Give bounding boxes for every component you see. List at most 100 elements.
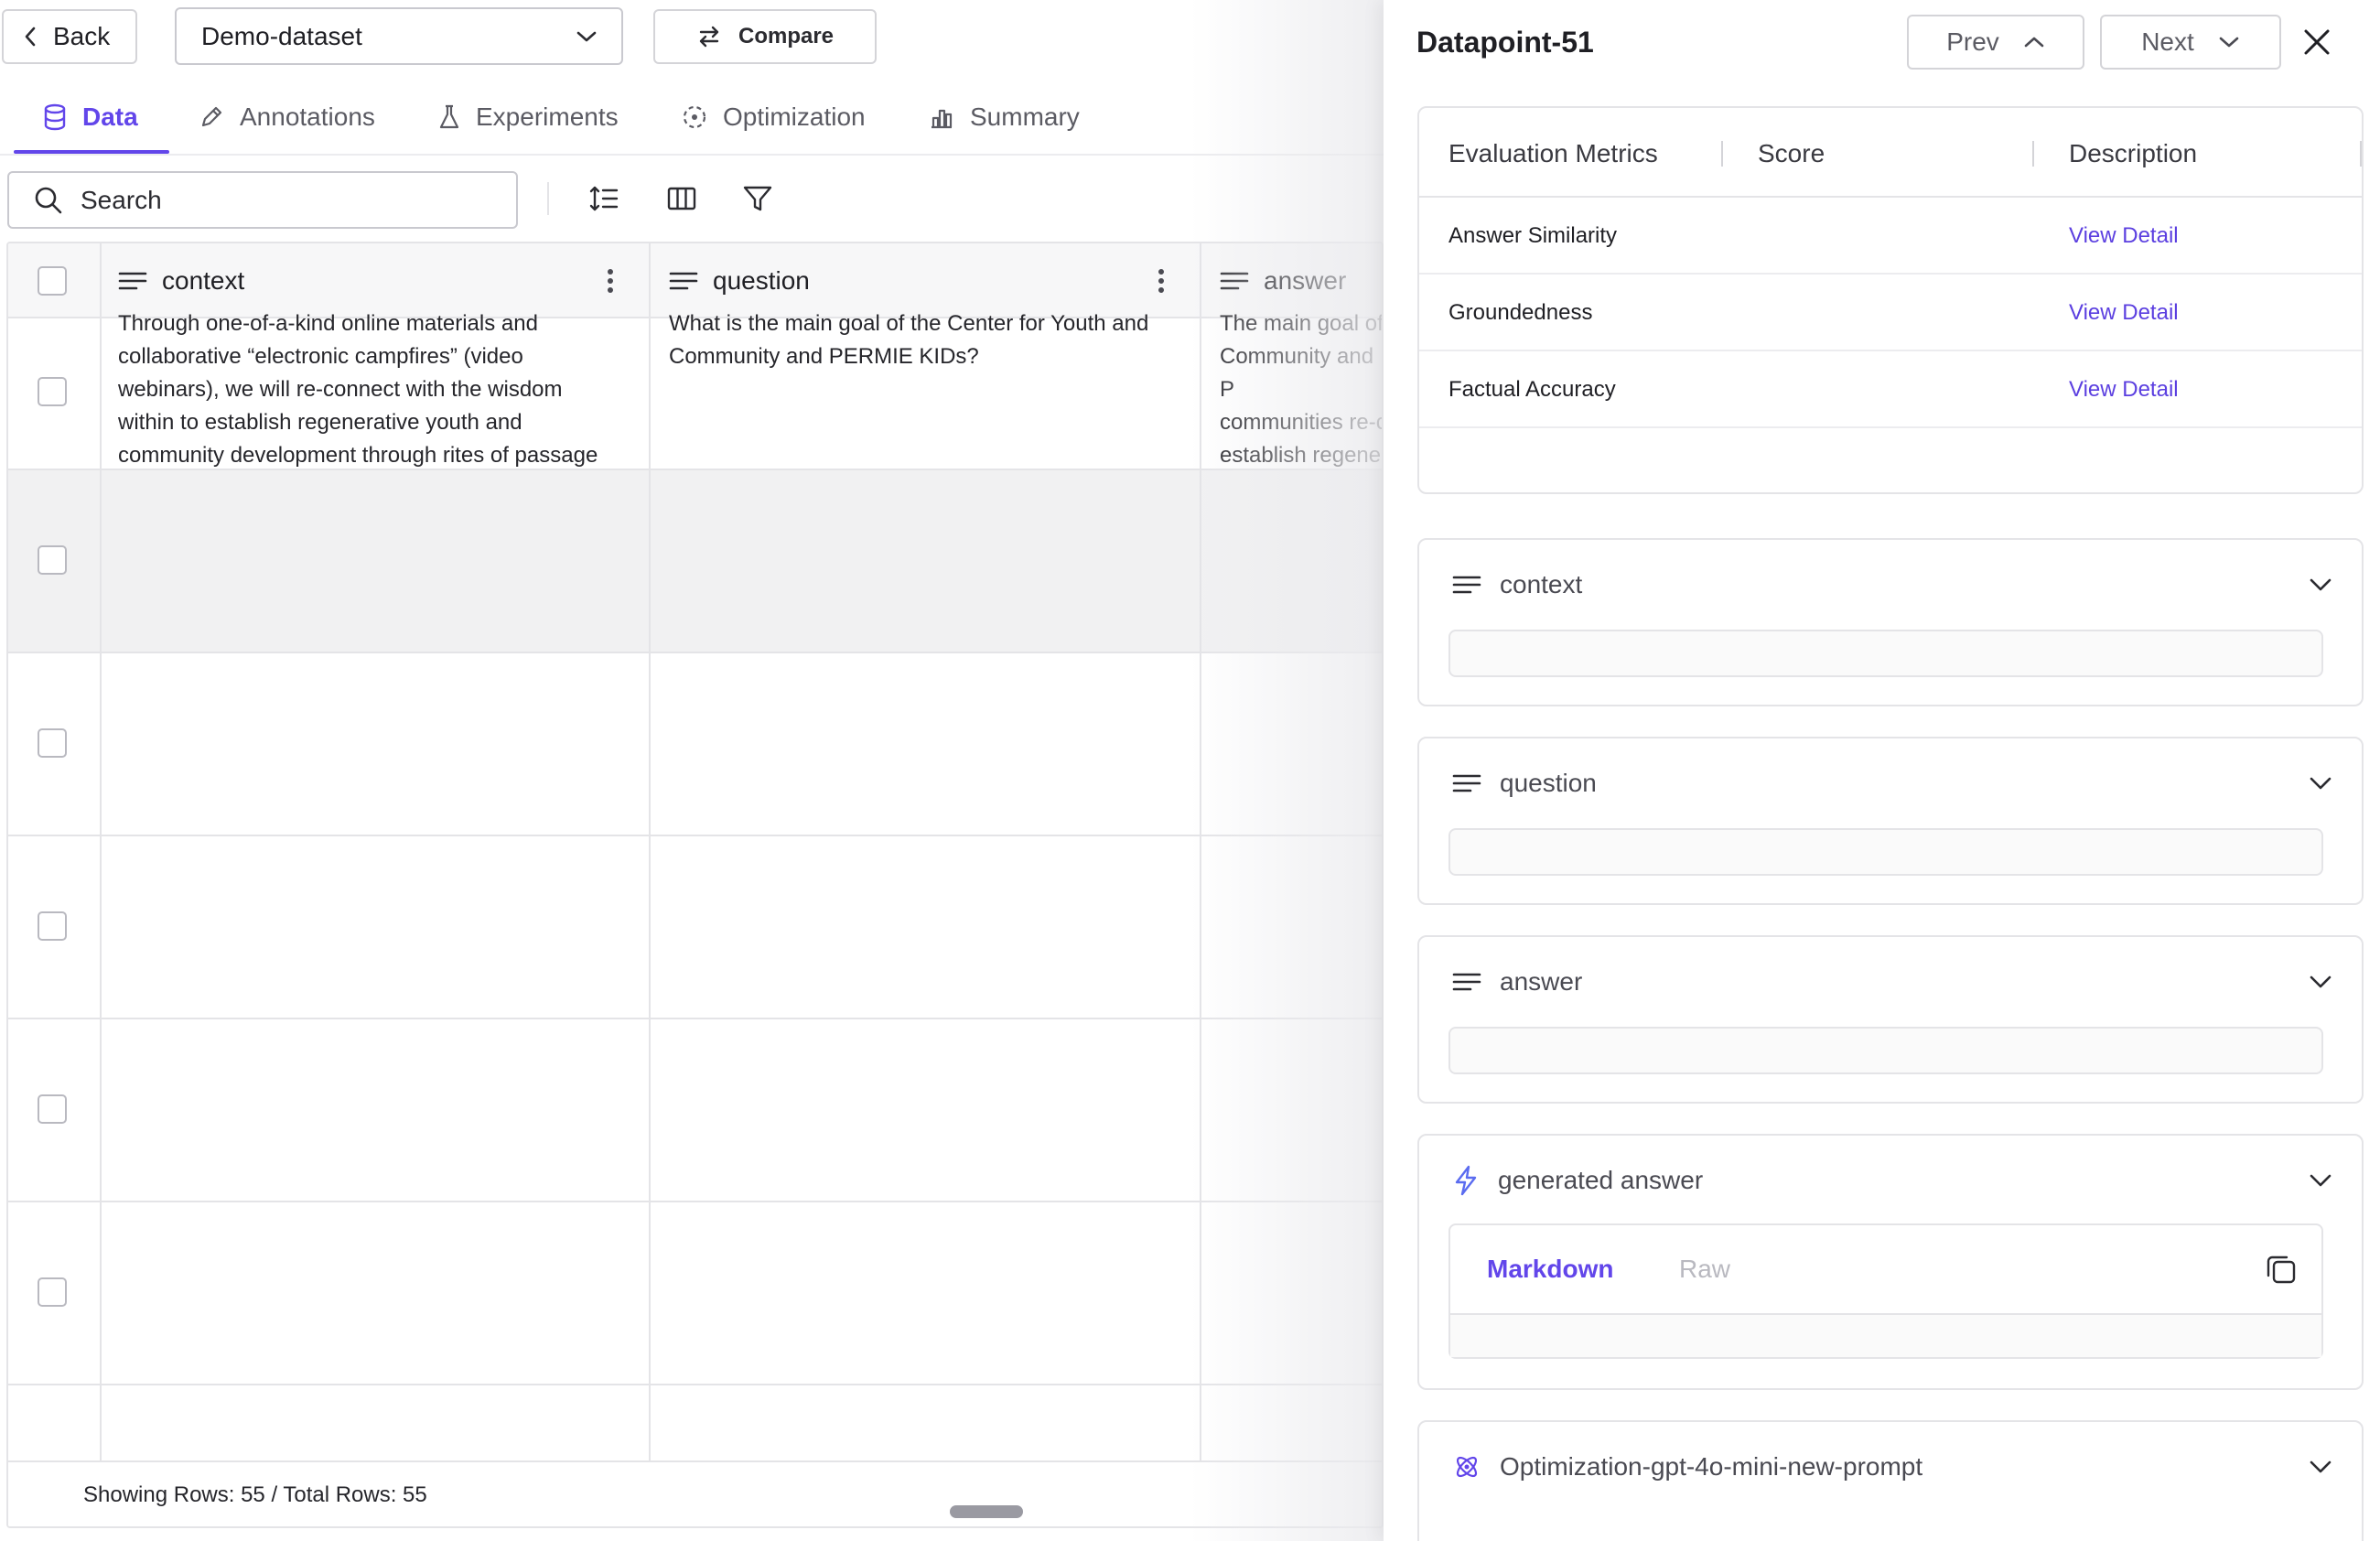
table-row[interactable] <box>8 653 1382 836</box>
field-header-optimization[interactable]: Optimization-gpt-4o-mini-new-prompt <box>1419 1422 2362 1512</box>
table-row[interactable]: Through one-of-a-kind online materials a… <box>8 311 1382 470</box>
field-label: generated answer <box>1498 1166 1704 1194</box>
column-divider <box>100 243 102 1460</box>
metric-name: Groundedness <box>1448 300 1593 325</box>
row-checkbox[interactable] <box>38 545 67 575</box>
tab-experiments[interactable]: Experiments <box>437 81 619 154</box>
row-checkbox[interactable] <box>38 911 67 941</box>
active-tab-indicator <box>14 150 169 154</box>
close-button[interactable] <box>2299 24 2335 60</box>
field-header-context[interactable]: context <box>1419 540 2362 630</box>
field-header-generated-answer[interactable]: generated answer <box>1419 1136 2362 1225</box>
collapse-toggle[interactable] <box>2305 1451 2336 1482</box>
row-checkbox[interactable] <box>38 1277 67 1307</box>
header-separator <box>2360 141 2362 167</box>
generated-answer-viewer: Markdown Raw <box>1448 1223 2323 1359</box>
field-value-question <box>1448 828 2323 876</box>
field-label: Optimization-gpt-4o-mini-new-prompt <box>1500 1452 1923 1481</box>
search-input[interactable]: Search <box>7 171 518 229</box>
table-row[interactable] <box>8 836 1382 1019</box>
tab-optimization[interactable]: Optimization <box>681 81 866 154</box>
database-icon <box>44 103 66 131</box>
cell-answer: The main goal of Community and P communi… <box>1220 311 1384 468</box>
chevron-down-icon <box>576 31 597 41</box>
chevron-up-icon <box>2024 37 2044 48</box>
table-footer: Showing Rows: 55 / Total Rows: 55 <box>8 1460 1382 1526</box>
panel-title: Datapoint-51 <box>1416 26 1594 59</box>
data-table: context question answer Through one-of-a… <box>6 242 1384 1528</box>
column-menu-icon[interactable] <box>1152 265 1170 296</box>
select-all-checkbox[interactable] <box>38 266 67 296</box>
tab-raw[interactable]: Raw <box>1679 1255 1730 1284</box>
tab-data[interactable]: Data <box>42 81 138 154</box>
text-lines-icon <box>1220 272 1249 290</box>
atom-icon <box>1456 1456 1478 1478</box>
dataset-select[interactable]: Demo-dataset <box>175 7 623 65</box>
filter-button[interactable] <box>739 180 776 217</box>
table-row[interactable] <box>8 1202 1382 1385</box>
prev-button[interactable]: Prev <box>1907 15 2084 70</box>
metric-name: Answer Similarity <box>1448 223 1618 248</box>
row-count-text: Showing Rows: 55 / Total Rows: 55 <box>83 1482 427 1507</box>
column-header-label: question <box>713 266 810 295</box>
field-header-question[interactable]: question <box>1419 738 2362 828</box>
generated-answer-content <box>1450 1315 2321 1357</box>
table-row[interactable] <box>8 1385 1382 1460</box>
field-label: answer <box>1500 967 1583 996</box>
row-checkbox[interactable] <box>38 1094 67 1124</box>
view-detail-link[interactable]: View Detail <box>2069 377 2179 403</box>
field-card-optimization: Optimization-gpt-4o-mini-new-prompt <box>1417 1420 2364 1541</box>
tab-experiments-label: Experiments <box>476 102 619 131</box>
column-header-label: answer <box>1264 266 1347 295</box>
text-lines-icon <box>669 272 698 290</box>
field-value-context <box>1448 630 2323 677</box>
row-checkbox[interactable] <box>38 377 67 406</box>
toolbar: Search <box>0 167 1384 232</box>
collapse-toggle[interactable] <box>2305 1165 2336 1196</box>
dataset-value: Demo-dataset <box>201 21 362 50</box>
field-label: context <box>1500 570 1583 598</box>
metric-name: Factual Accuracy <box>1448 377 1616 402</box>
table-row[interactable] <box>8 470 1382 653</box>
header-separator <box>2032 141 2034 167</box>
text-lines-icon <box>1452 576 1481 594</box>
collapse-toggle[interactable] <box>2305 569 2336 600</box>
toolbar-divider <box>547 182 549 215</box>
search-placeholder: Search <box>81 185 162 214</box>
cell-question: What is the main goal of the Center for … <box>669 311 1149 369</box>
tab-markdown[interactable]: Markdown <box>1487 1255 1613 1284</box>
compare-button[interactable]: Compare <box>653 9 877 64</box>
field-card-question: question <box>1417 737 2364 905</box>
tab-summary[interactable]: Summary <box>928 81 1080 154</box>
row-checkbox[interactable] <box>38 728 67 758</box>
data-view: Back Demo-dataset Compare Data Annotatio… <box>0 0 1384 1541</box>
columns-button[interactable] <box>663 180 700 217</box>
column-menu-icon[interactable] <box>601 265 619 296</box>
row-height-button[interactable] <box>586 180 622 217</box>
field-header-answer[interactable]: answer <box>1419 937 2362 1027</box>
copy-icon[interactable] <box>2265 1253 2298 1286</box>
tab-annotations[interactable]: Annotations <box>198 81 375 154</box>
close-icon <box>2304 29 2330 55</box>
table-row[interactable] <box>8 1019 1382 1202</box>
view-detail-link[interactable]: View Detail <box>2069 300 2179 326</box>
collapse-toggle[interactable] <box>2305 966 2336 997</box>
text-lines-icon <box>1452 774 1481 792</box>
chevron-down-icon <box>2310 1460 2332 1473</box>
column-divider <box>1200 243 1201 1460</box>
view-detail-link[interactable]: View Detail <box>2069 223 2179 249</box>
evaluation-metrics-card: Evaluation Metrics Score Description Ans… <box>1417 106 2364 494</box>
column-header-label: context <box>162 266 245 295</box>
collapse-toggle[interactable] <box>2305 768 2336 799</box>
filter-icon <box>743 186 772 211</box>
horizontal-scrollbar[interactable] <box>950 1505 1023 1518</box>
bar-chart-icon <box>932 109 953 129</box>
columns-icon <box>667 187 696 210</box>
tab-optimization-label: Optimization <box>723 102 866 131</box>
back-button[interactable]: Back <box>2 9 137 64</box>
field-card-context: context <box>1417 538 2364 706</box>
metric-row: Factual Accuracy View Detail <box>1419 351 2362 428</box>
next-button[interactable]: Next <box>2100 15 2281 70</box>
field-card-answer: answer <box>1417 935 2364 1104</box>
tab-summary-label: Summary <box>970 102 1080 131</box>
